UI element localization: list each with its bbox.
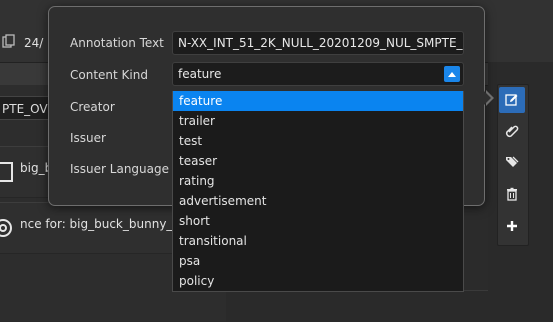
option-rating[interactable]: rating	[173, 171, 463, 191]
delete-button[interactable]	[499, 181, 525, 207]
tags-button[interactable]	[499, 149, 525, 175]
bottom-bar	[226, 290, 488, 322]
add-button[interactable]	[499, 213, 525, 239]
tags-icon	[506, 156, 519, 167]
content-kind-select[interactable]: feature	[172, 62, 464, 86]
issuer-language-label: Issuer Language	[70, 162, 169, 176]
annotation-text-input[interactable]: N-XX_INT_51_2K_NULL_20201209_NUL_SMPTE_O…	[172, 31, 464, 55]
option-short[interactable]: short	[173, 211, 463, 231]
edit-button[interactable]	[499, 87, 525, 113]
creator-label: Creator	[70, 100, 115, 114]
edit-icon	[505, 94, 518, 106]
plus-icon	[507, 221, 517, 231]
content-kind-value: feature	[178, 67, 222, 81]
option-teaser[interactable]: teaser	[173, 151, 463, 171]
date-text: 24/	[24, 36, 44, 50]
option-psa[interactable]: psa	[173, 251, 463, 271]
issuer-label: Issuer	[70, 131, 106, 145]
reel-icon	[0, 219, 12, 237]
option-feature[interactable]: feature	[173, 91, 463, 111]
option-advertisement[interactable]: advertisement	[173, 191, 463, 211]
content-kind-dropdown: feature trailer test teaser rating adver…	[172, 91, 464, 292]
film-icon	[0, 162, 13, 182]
annotation-text-label: Annotation Text	[70, 36, 164, 50]
copy-icon[interactable]	[2, 34, 16, 48]
option-test[interactable]: test	[173, 131, 463, 151]
option-trailer[interactable]: trailer	[173, 111, 463, 131]
paperclip-icon	[505, 125, 519, 138]
caret-up-icon[interactable]	[444, 66, 460, 82]
option-transitional[interactable]: transitional	[173, 231, 463, 251]
attach-button[interactable]	[499, 118, 525, 144]
list-item-label: nce for: big_buck_bunny_00	[20, 217, 188, 231]
trash-icon	[507, 187, 517, 201]
option-policy[interactable]: policy	[173, 271, 463, 291]
popover-arrow-inner	[484, 91, 491, 105]
content-kind-label: Content Kind	[70, 68, 148, 82]
